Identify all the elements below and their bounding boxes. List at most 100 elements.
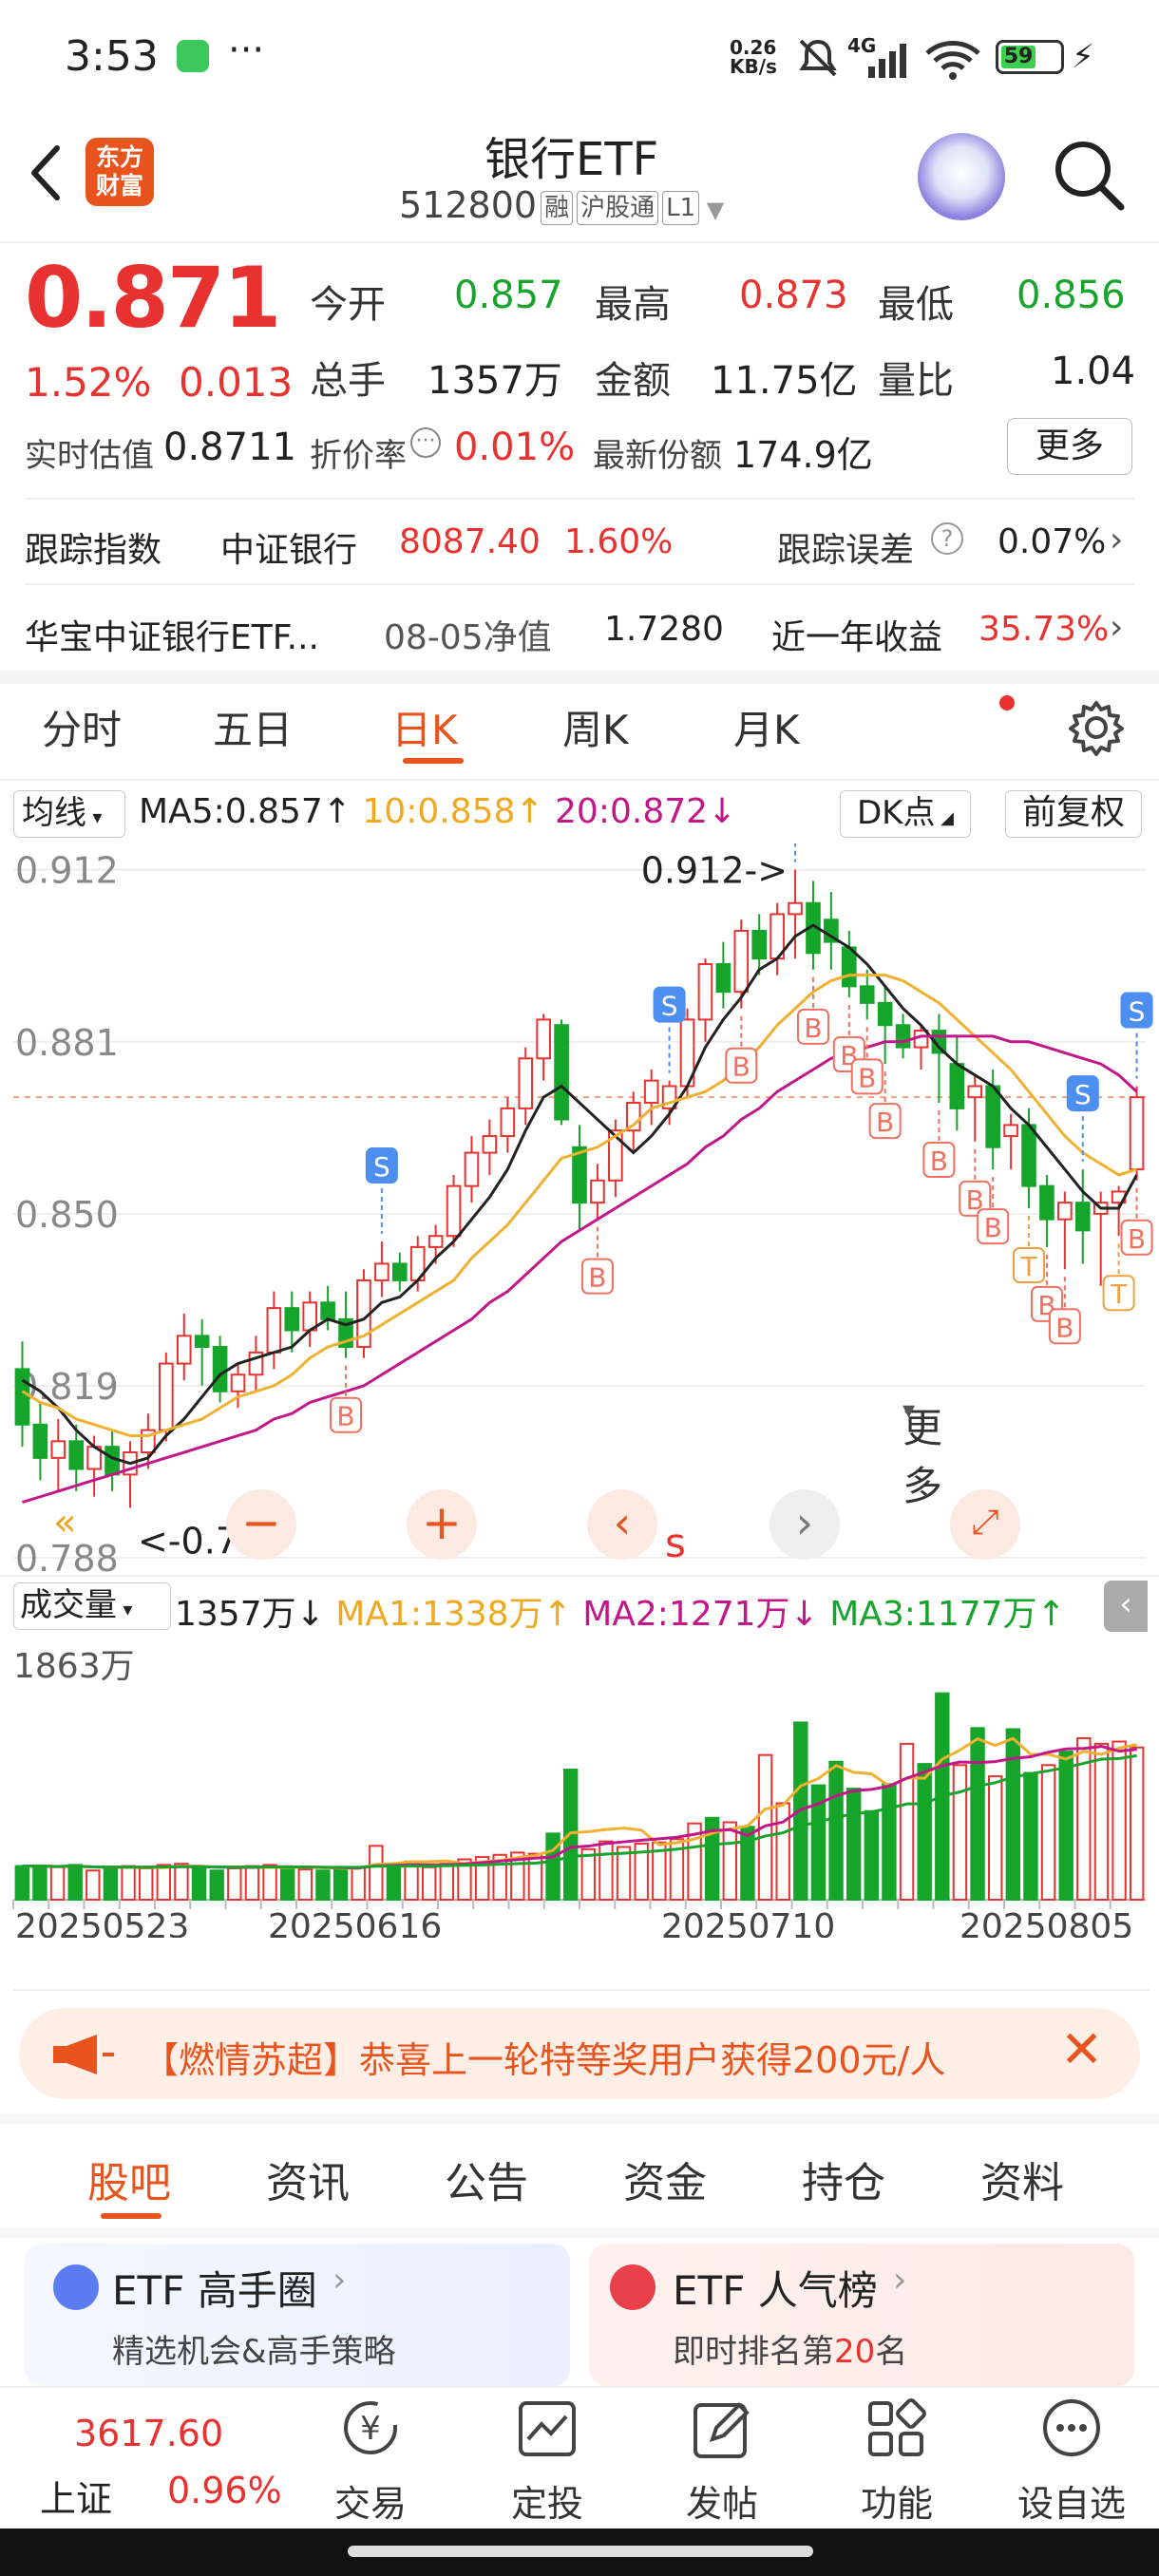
tab-weekly-k[interactable]: 周K (562, 698, 629, 756)
x-tick-label: 20250616 (268, 1907, 442, 1938)
chevron-right-icon[interactable]: › (1110, 521, 1123, 559)
tab-profile[interactable]: 资料 (980, 2149, 1064, 2209)
volume-chart[interactable]: 1863万 20250523 20250616 20250710 20250805 (0, 1634, 1159, 1938)
chevron-right-icon[interactable]: › (1110, 608, 1123, 647)
robot-assistant-icon[interactable] (918, 133, 1005, 220)
index-name: 上证 (40, 2478, 113, 2520)
dk-point-button[interactable]: DK点 ◢ (840, 790, 971, 838)
invest-chart-icon[interactable] (511, 2396, 583, 2462)
nav-watchlist[interactable]: 设自选 (1013, 2474, 1130, 2527)
scroll-left-button[interactable]: ‹ (587, 1489, 657, 1560)
candle (518, 1057, 534, 1109)
volume-bar (987, 1775, 1003, 1901)
scroll-right-button[interactable]: › (770, 1489, 840, 1560)
candle (68, 1440, 85, 1470)
tab-funds[interactable]: 资金 (623, 2149, 707, 2209)
track-index-name[interactable]: 中证银行 (220, 522, 357, 572)
candle (751, 929, 768, 960)
volume-bar (1005, 1728, 1021, 1901)
volume-bar (439, 1863, 455, 1901)
adjust-button[interactable]: 前复权 (1005, 790, 1142, 838)
tab-five-day[interactable]: 五日 (213, 698, 293, 756)
open-label: 今开 (310, 283, 386, 327)
more-button[interactable]: 更多 (1007, 418, 1132, 475)
tab-news[interactable]: 资讯 (266, 2149, 350, 2209)
tab-daily-k[interactable]: 日K (391, 698, 458, 756)
candle (1074, 1202, 1091, 1232)
nav-post[interactable]: 发帖 (684, 2474, 760, 2527)
fund-code-row[interactable]: 512800 融沪股通 L1 ▼ (399, 184, 724, 226)
promo-banner[interactable]: 【燃情苏超】恭喜上一轮特等奖用户获得200元/人 ✕ (19, 2008, 1140, 2099)
signal-text: B (732, 1051, 750, 1083)
close-icon[interactable]: ✕ (1060, 2019, 1103, 2079)
compose-icon[interactable] (686, 2396, 758, 2462)
volume-bar (32, 1865, 48, 1902)
help-icon[interactable]: ? (931, 522, 963, 555)
nav-trade[interactable]: 交易 (332, 2474, 408, 2527)
track-index-value: 8087.40 (399, 522, 541, 561)
volume-bar (227, 1866, 242, 1901)
volume-bar (386, 1865, 402, 1902)
charging-icon: ⚡ (1072, 38, 1094, 76)
search-icon[interactable] (1051, 137, 1127, 213)
candle (1129, 1096, 1145, 1171)
volume-bar (864, 1809, 880, 1901)
signal-text: S (373, 1151, 390, 1183)
candle (697, 962, 713, 1021)
fullscreen-icon[interactable]: ⤢ (950, 1489, 1020, 1560)
candle (159, 1362, 174, 1431)
chat-dots-icon[interactable] (1036, 2396, 1108, 2462)
more-info-icon[interactable]: ··· (410, 427, 441, 458)
candle (50, 1440, 66, 1459)
volume-bar (315, 1869, 331, 1901)
collapse-panel-button[interactable]: ‹ (1104, 1581, 1148, 1632)
signal-text: B (984, 1212, 1002, 1243)
grid-icon[interactable] (861, 2396, 933, 2462)
etf-popularity-card[interactable]: ETF 人气榜 › 即时排名第20名 (589, 2244, 1134, 2386)
more-dots-icon: ··· (228, 28, 265, 72)
volume-bar (262, 1864, 277, 1901)
net-speed: 0.26 KB/s (730, 36, 777, 78)
volume-bar (899, 1742, 915, 1902)
back-icon[interactable] (25, 142, 66, 203)
volume-bar (103, 1866, 119, 1901)
volume-bar (970, 1727, 985, 1901)
etf-expert-card[interactable]: ETF 高手圈 › 精选机会&高手策略 (25, 2244, 570, 2386)
index-pct: 0.96% (167, 2470, 282, 2511)
signal-text: B (930, 1146, 948, 1177)
tab-monthly-k[interactable]: 月K (733, 698, 800, 756)
iopv-value: 0.8711 (163, 426, 296, 469)
nav-functions[interactable]: 功能 (859, 2474, 935, 2527)
home-indicator[interactable] (348, 2546, 813, 2557)
volume-bar (351, 1866, 366, 1902)
premium-value: 0.01% (454, 426, 576, 469)
fund-code: 512800 (399, 184, 538, 226)
tab-forum[interactable]: 股吧 (87, 2149, 171, 2209)
megaphone-icon (53, 2035, 114, 2074)
shares-value: 174.9亿 (733, 434, 873, 476)
index-value[interactable]: 3617.60 (74, 2413, 223, 2454)
settings-gear-icon[interactable] (1068, 699, 1125, 756)
signal-text: T (1110, 1279, 1128, 1310)
tab-holdings[interactable]: 持仓 (802, 2149, 885, 2209)
tab-intraday[interactable]: 分时 (42, 698, 122, 756)
zoom-in-button[interactable]: + (407, 1489, 477, 1560)
chevron-right-icon: › (332, 2261, 347, 2300)
nav-invest[interactable]: 定投 (509, 2474, 585, 2527)
trade-yen-icon[interactable]: ¥ (334, 2396, 407, 2462)
indicator-selector[interactable]: 成交量 ▾ (13, 1582, 171, 1630)
banner-text: 【燃情苏超】恭喜上一轮特等奖用户获得200元/人 (142, 2039, 946, 2081)
ma-values: MA5:0.857↑ 10:0.858↑ 20:0.872↓ (139, 792, 737, 831)
double-chevron-left-icon[interactable]: « (53, 1501, 76, 1544)
ma-selector[interactable]: 均线 ▾ (13, 790, 125, 838)
volume-ma-line (22, 1736, 1137, 1870)
app-logo: 东方 财富 (86, 138, 154, 206)
candle (949, 1063, 965, 1109)
candlestick-chart[interactable]: 0.9120.8810.8500.8190.788BSBSBBBBBBBTBBS… (0, 843, 1159, 1575)
tab-announcements[interactable]: 公告 (445, 2149, 528, 2209)
track-error-value: 0.07% (998, 522, 1107, 561)
zoom-out-button[interactable]: − (226, 1489, 296, 1560)
fund-name[interactable]: 华宝中证银行ETF... (25, 610, 319, 659)
change-percent: 1.52% (25, 359, 152, 406)
track-error-label: 跟踪误差 (777, 531, 915, 570)
